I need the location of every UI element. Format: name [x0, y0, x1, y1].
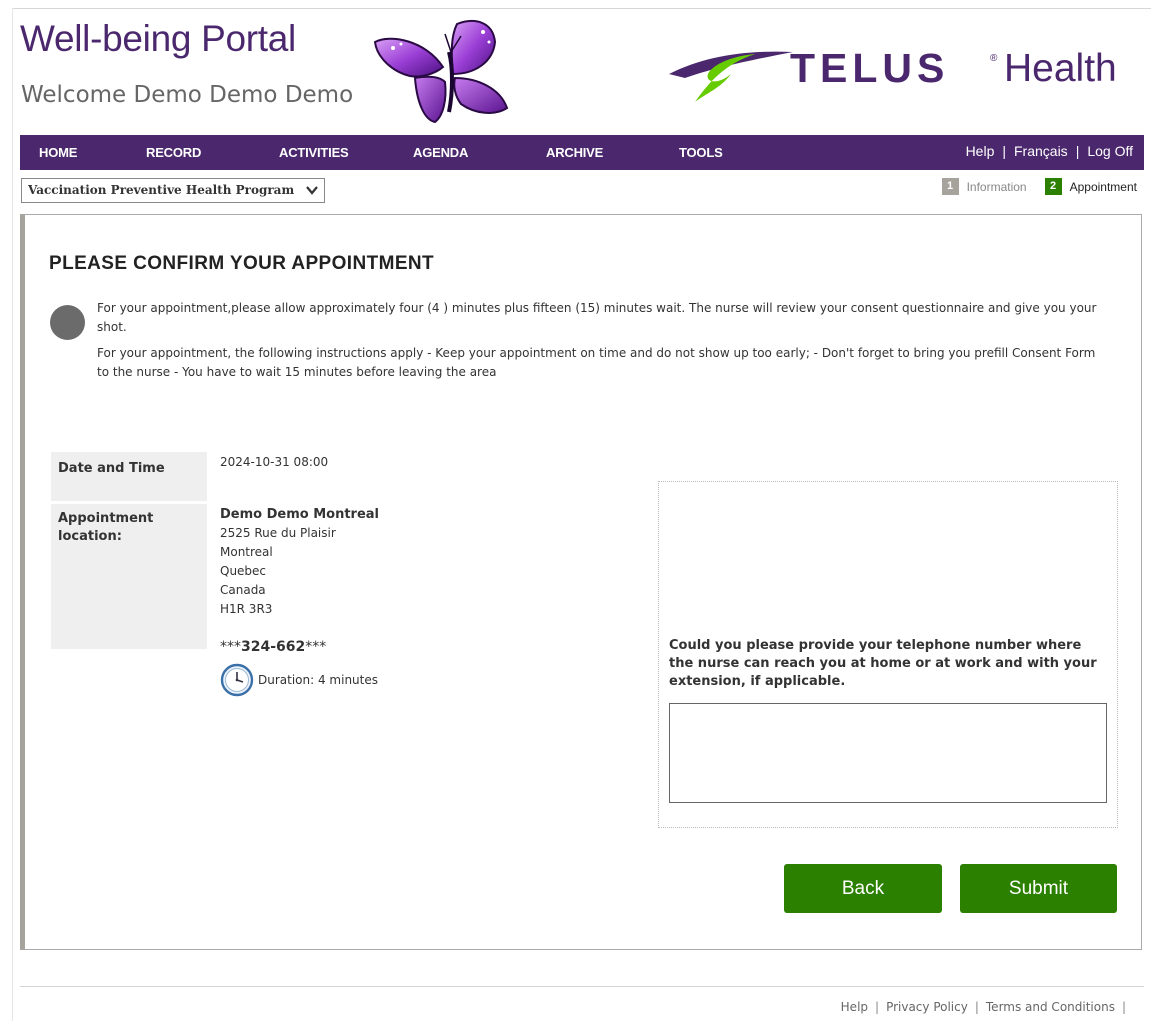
footer-terms-link[interactable]: Terms and Conditions [986, 1000, 1115, 1014]
submit-button[interactable]: Submit [960, 864, 1117, 913]
footer-help-link[interactable]: Help [841, 1000, 868, 1014]
step-2-number: 2 [1044, 178, 1062, 195]
step-indicator: 1 Information 2 Appointment [941, 178, 1137, 195]
registered-mark: ® [990, 53, 998, 64]
page-title: PLEASE CONFIRM YOUR APPOINTMENT [49, 253, 435, 274]
nav-utility-links: Help | Français | Log Off [966, 143, 1133, 159]
nav-tools[interactable]: TOOLS [679, 145, 723, 160]
phone-request-box: Could you please provide your telephone … [658, 481, 1118, 828]
step-2-label: Appointment [1069, 179, 1137, 194]
clock-icon [220, 663, 254, 697]
footer-links: Help | Privacy Policy | Terms and Condit… [841, 1000, 1133, 1014]
address-line: Montreal [220, 545, 273, 559]
duration-row: Duration: 4 minutes [220, 663, 378, 697]
nav-record[interactable]: RECORD [146, 145, 201, 160]
location-name: Demo Demo Montreal [220, 507, 380, 522]
masked-phone-suffix: *** [305, 639, 327, 655]
phone-question: Could you please provide your telephone … [669, 638, 1097, 689]
butterfly-logo-icon [373, 20, 509, 124]
masked-phone-core: 324-662 [241, 639, 306, 655]
nav-separator: | [1002, 143, 1006, 159]
location-label: Appointment location: [51, 504, 207, 649]
footer-privacy-link[interactable]: Privacy Policy [886, 1000, 968, 1014]
chevron-down-icon [306, 186, 318, 195]
welcome-text: Welcome Demo Demo Demo [21, 82, 354, 108]
header: Well-being Portal Welcome Demo Demo Demo [20, 12, 1145, 132]
address-line: Quebec [220, 564, 267, 578]
address-line: H1R 3R3 [220, 602, 273, 616]
phone-number-input[interactable] [669, 703, 1107, 803]
instructions-paragraph-2: For your appointment, the following inst… [97, 346, 1096, 379]
date-time-value: 2024-10-31 08:00 [220, 455, 329, 469]
telus-swoosh-icon [669, 51, 793, 102]
instructions-paragraph-1: For your appointment,please allow approx… [97, 301, 1097, 334]
back-button[interactable]: Back [784, 864, 942, 913]
logoff-link[interactable]: Log Off [1087, 143, 1133, 159]
telus-health-text: Health [1004, 47, 1117, 90]
step-1-label: Information [966, 179, 1027, 194]
date-time-label: Date and Time [51, 452, 207, 501]
footer-divider [20, 986, 1144, 987]
nav-archive[interactable]: ARCHIVE [546, 145, 603, 160]
top-border-line [12, 8, 1151, 9]
footer-separator: | [974, 1000, 979, 1014]
program-select[interactable]: Vaccination Preventive Health Program [21, 178, 325, 203]
footer-separator: | [875, 1000, 880, 1014]
step-1-number: 1 [941, 178, 959, 195]
appointment-panel: PLEASE CONFIRM YOUR APPOINTMENT For your… [20, 214, 1142, 950]
main-nav-bar: HOME RECORD ACTIVITIES AGENDA ARCHIVE TO… [20, 135, 1144, 170]
telus-wordmark: TELUS [790, 45, 950, 91]
info-dot-icon [50, 305, 85, 340]
location-address: Demo Demo Montreal 2525 Rue du Plaisir M… [220, 505, 379, 619]
portal-title: Well-being Portal [20, 18, 296, 59]
address-line: 2525 Rue du Plaisir [220, 526, 336, 540]
program-select-value: Vaccination Preventive Health Program [28, 183, 294, 197]
left-border-line [12, 8, 13, 1021]
nav-activities[interactable]: ACTIVITIES [279, 145, 349, 160]
instructions-text: For your appointment,please allow approx… [97, 299, 1107, 389]
duration-text: Duration: 4 minutes [258, 673, 378, 687]
address-line: Canada [220, 583, 266, 597]
masked-phone: ***324-662*** [220, 639, 326, 655]
nav-agenda[interactable]: AGENDA [413, 145, 468, 160]
nav-separator: | [1075, 143, 1080, 159]
nav-home[interactable]: HOME [39, 145, 77, 160]
language-link[interactable]: Français [1014, 143, 1068, 159]
help-link[interactable]: Help [966, 143, 995, 159]
masked-phone-prefix: *** [220, 639, 241, 655]
footer-separator: | [1121, 1000, 1126, 1014]
